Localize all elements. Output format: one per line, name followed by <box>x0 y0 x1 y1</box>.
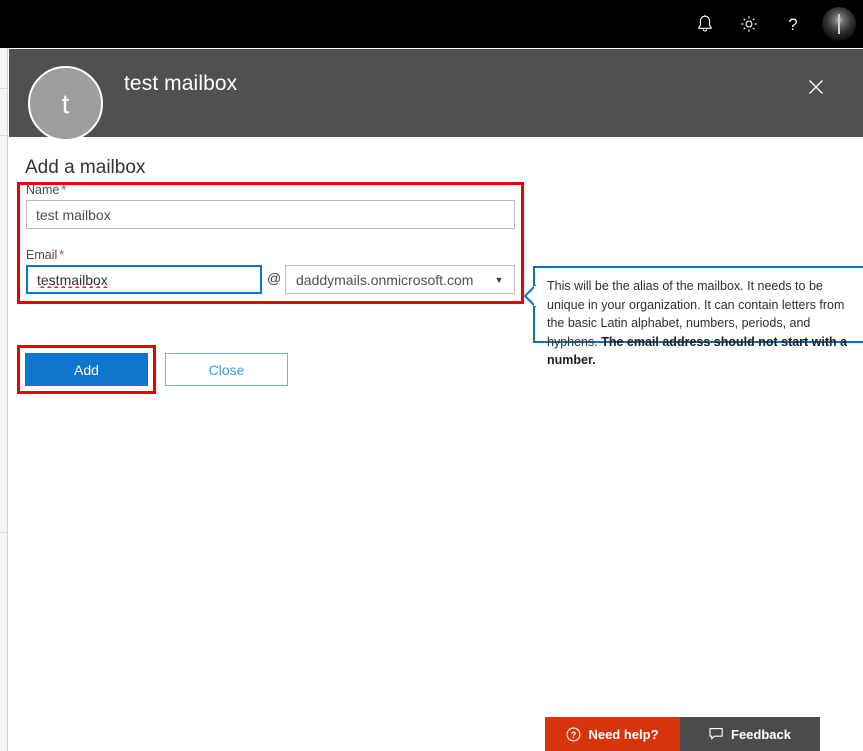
section-title: Add a mailbox <box>25 157 146 178</box>
rail-divider <box>0 88 8 89</box>
callout-tail-icon <box>523 284 537 308</box>
app-root: ? test mailbox t Add a mailbox Name * te… <box>0 0 863 751</box>
email-alias-input[interactable] <box>26 265 262 294</box>
name-required-marker: * <box>61 183 67 197</box>
name-input[interactable] <box>26 200 515 229</box>
email-required-marker: * <box>59 248 65 262</box>
email-label-text: Email <box>26 248 58 262</box>
close-panel-button[interactable] <box>799 70 833 104</box>
at-symbol: @ <box>267 270 282 286</box>
avatar-initial: t <box>61 89 70 119</box>
notification-bell-button[interactable] <box>683 0 727 48</box>
rail-divider <box>0 532 8 533</box>
email-domain-selected-value: daddymails.onmicrosoft.com <box>296 271 474 288</box>
suite-actions: ? <box>683 0 863 48</box>
suite-top-bar: ? <box>0 0 863 48</box>
user-avatar-button[interactable] <box>815 0 863 48</box>
panel-body: Add a mailbox Name* Email* @ daddymails.… <box>9 137 863 751</box>
need-help-button[interactable]: ? Need help? <box>545 717 680 751</box>
add-button[interactable]: Add <box>25 353 148 386</box>
svg-text:?: ? <box>571 730 577 740</box>
page-title: test mailbox <box>124 72 238 95</box>
gear-icon <box>739 14 759 34</box>
name-field-label: Name * <box>26 183 66 197</box>
footer-buttons: ? Need help? Feedback <box>545 717 820 751</box>
svg-text:?: ? <box>788 15 797 34</box>
notification-bell-icon <box>696 14 714 34</box>
left-rail <box>0 48 8 751</box>
avatar: t <box>28 66 103 141</box>
close-button[interactable]: Close <box>165 353 288 386</box>
rail-divider <box>0 135 8 136</box>
feedback-comment-icon <box>709 727 724 741</box>
user-avatar <box>822 7 856 41</box>
need-help-label: Need help? <box>588 726 659 742</box>
name-label-text: Name <box>26 183 60 197</box>
help-button[interactable]: ? <box>771 0 815 48</box>
help-question-icon: ? <box>784 14 802 34</box>
feedback-button[interactable]: Feedback <box>680 717 820 751</box>
feedback-label: Feedback <box>731 726 791 742</box>
chevron-down-icon: ▼ <box>494 274 504 285</box>
alias-help-callout: This will be the alias of the mailbox. I… <box>523 266 863 367</box>
panel-header: test mailbox <box>9 49 863 137</box>
close-icon <box>807 78 825 96</box>
email-domain-dropdown[interactable]: daddymails.onmicrosoft.com ▼ <box>285 265 515 294</box>
settings-button[interactable] <box>727 0 771 48</box>
help-circle-icon: ? <box>566 727 581 742</box>
email-field-label: Email * <box>26 248 64 262</box>
